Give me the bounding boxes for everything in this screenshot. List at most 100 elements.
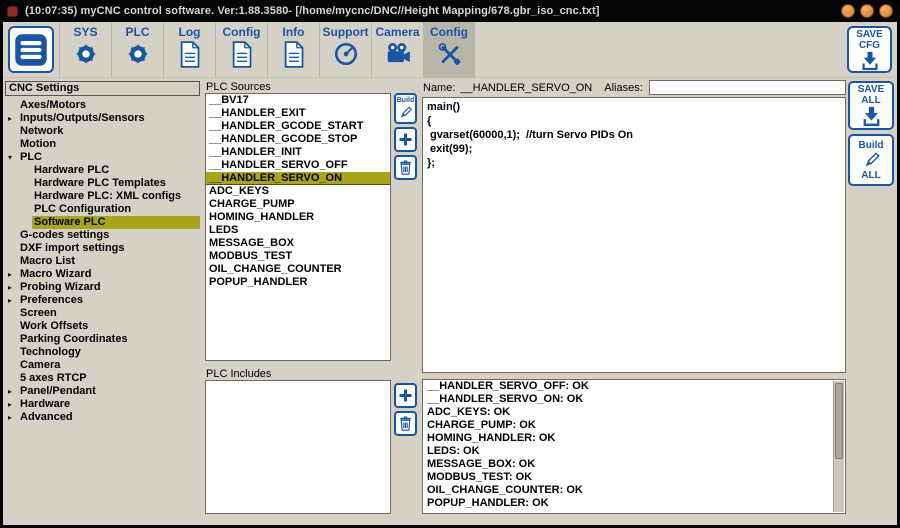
add-include-button[interactable] bbox=[394, 383, 417, 408]
build-button[interactable]: Build bbox=[394, 93, 417, 124]
chevron-right-icon[interactable]: ▸ bbox=[5, 398, 18, 411]
tree-item-network[interactable]: Network bbox=[5, 125, 200, 138]
tab-support[interactable]: Support bbox=[319, 22, 371, 78]
chevron-right-icon[interactable]: ▸ bbox=[5, 411, 18, 424]
source-item[interactable]: __HANDLER_SERVO_ON bbox=[206, 172, 390, 185]
plc-sources-list[interactable]: __BV17__HANDLER_EXIT__HANDLER_GCODE_STAR… bbox=[205, 93, 391, 361]
scrollbar-thumb[interactable] bbox=[835, 383, 843, 459]
source-item[interactable]: ADC_KEYS bbox=[206, 185, 390, 198]
tree-item-hardware-plc-xml-configs[interactable]: Hardware PLC: XML configs bbox=[5, 190, 200, 203]
settings-header: CNC Settings bbox=[5, 81, 200, 96]
source-item[interactable]: OIL_CHANGE_COUNTER bbox=[206, 263, 390, 276]
tree-item-plc-configuration[interactable]: PLC Configuration bbox=[5, 203, 200, 216]
source-item[interactable]: HOMING_HANDLER bbox=[206, 211, 390, 224]
tree-item-label: Screen bbox=[18, 307, 59, 320]
window-controls bbox=[841, 4, 893, 18]
source-item[interactable]: __HANDLER_INIT bbox=[206, 146, 390, 159]
plc-includes-list[interactable] bbox=[205, 380, 391, 514]
close-button[interactable] bbox=[879, 4, 893, 18]
maximize-button[interactable] bbox=[860, 4, 874, 18]
tree-item-parking-coordinates[interactable]: Parking Coordinates bbox=[5, 333, 200, 346]
chevron-right-icon[interactable]: ▸ bbox=[5, 281, 18, 294]
tree-item-plc[interactable]: ▾PLC bbox=[5, 151, 200, 164]
tree-item-camera[interactable]: Camera bbox=[5, 359, 200, 372]
app-icon bbox=[7, 6, 18, 17]
tree-item-panel-pendant[interactable]: ▸Panel/Pendant bbox=[5, 385, 200, 398]
output-scrollbar[interactable] bbox=[833, 381, 844, 512]
toolbar: SYS PLC bbox=[3, 22, 897, 78]
tree-item-hardware[interactable]: ▸Hardware bbox=[5, 398, 200, 411]
tree-item-label: Advanced bbox=[18, 411, 75, 424]
tree-item-label: Macro Wizard bbox=[18, 268, 93, 281]
tree-item-macro-list[interactable]: Macro List bbox=[5, 255, 200, 268]
chevron-right-icon[interactable]: ▸ bbox=[5, 112, 18, 125]
save-all-button[interactable]: SAVE ALL bbox=[848, 81, 894, 130]
tab-config-file[interactable]: Config bbox=[215, 22, 267, 78]
build-output-lines: __HANDLER_SERVO_OFF: OK__HANDLER_SERVO_O… bbox=[423, 380, 845, 510]
tab-log[interactable]: Log bbox=[163, 22, 215, 78]
save-download-icon bbox=[859, 51, 881, 71]
source-item[interactable]: CHARGE_PUMP bbox=[206, 198, 390, 211]
chevron-right-icon[interactable]: ▸ bbox=[5, 385, 18, 398]
tab-label: Camera bbox=[375, 26, 419, 39]
tab-sys[interactable]: SYS bbox=[59, 22, 111, 78]
tab-info[interactable]: Info bbox=[267, 22, 319, 78]
tree-item-preferences[interactable]: ▸Preferences bbox=[5, 294, 200, 307]
add-source-button[interactable] bbox=[394, 127, 417, 152]
source-item[interactable]: MESSAGE_BOX bbox=[206, 237, 390, 250]
tree-item-axes-motors[interactable]: Axes/Motors bbox=[5, 99, 200, 112]
tree-item-macro-wizard[interactable]: ▸Macro Wizard bbox=[5, 268, 200, 281]
tree-item-probing-wizard[interactable]: ▸Probing Wizard bbox=[5, 281, 200, 294]
aliases-input[interactable] bbox=[649, 80, 846, 95]
tree-item-motion[interactable]: Motion bbox=[5, 138, 200, 151]
save-cfg-label: SAVE bbox=[856, 29, 883, 40]
tab-plc[interactable]: PLC bbox=[111, 22, 163, 78]
tree-item-label: Camera bbox=[18, 359, 62, 372]
save-cfg-button[interactable]: SAVE CFG bbox=[847, 26, 892, 73]
minimize-button[interactable] bbox=[841, 4, 855, 18]
tree-item-5-axes-rtcp[interactable]: 5 axes RTCP bbox=[5, 372, 200, 385]
delete-source-button[interactable] bbox=[394, 155, 417, 180]
source-item[interactable]: MODBUS_TEST bbox=[206, 250, 390, 263]
plus-icon bbox=[397, 387, 414, 404]
source-item[interactable]: __HANDLER_SERVO_OFF bbox=[206, 159, 390, 172]
menu-button[interactable] bbox=[8, 26, 54, 73]
tree-item-technology[interactable]: Technology bbox=[5, 346, 200, 359]
output-line: __HANDLER_SERVO_ON: OK bbox=[423, 393, 845, 406]
document-icon bbox=[282, 41, 305, 68]
source-item[interactable]: __BV17 bbox=[206, 94, 390, 107]
source-item[interactable]: LEDS bbox=[206, 224, 390, 237]
tree-item-g-codes-settings[interactable]: G-codes settings bbox=[5, 229, 200, 242]
tab-config-active[interactable]: Config bbox=[423, 22, 475, 78]
camera-icon bbox=[384, 41, 412, 67]
build-all-button[interactable]: Build ALL bbox=[848, 134, 894, 186]
code-editor[interactable]: main() { gvarset(60000,1); //turn Servo … bbox=[422, 97, 846, 373]
delete-include-button[interactable] bbox=[394, 411, 417, 436]
source-item[interactable]: __HANDLER_GCODE_STOP bbox=[206, 133, 390, 146]
save-all-label: ALL bbox=[861, 95, 880, 106]
tree-item-screen[interactable]: Screen bbox=[5, 307, 200, 320]
tree-item-label: Hardware PLC: XML configs bbox=[32, 190, 183, 203]
tab-camera[interactable]: Camera bbox=[371, 22, 423, 78]
chevron-down-icon[interactable]: ▾ bbox=[5, 151, 18, 164]
source-item[interactable]: POPUP_HANDLER bbox=[206, 276, 390, 289]
tab-label: Config bbox=[430, 26, 468, 39]
tree-item-dxf-import-settings[interactable]: DXF import settings bbox=[5, 242, 200, 255]
tree-item-label: Preferences bbox=[18, 294, 85, 307]
source-item[interactable]: __HANDLER_GCODE_START bbox=[206, 120, 390, 133]
tree-item-software-plc[interactable]: Software PLC bbox=[5, 216, 200, 229]
chevron-right-icon[interactable]: ▸ bbox=[5, 294, 18, 307]
tree-item-work-offsets[interactable]: Work Offsets bbox=[5, 320, 200, 333]
tools-icon bbox=[436, 41, 463, 67]
document-icon bbox=[230, 41, 253, 68]
output-line: HOMING_HANDLER: OK bbox=[423, 432, 845, 445]
source-item[interactable]: __HANDLER_EXIT bbox=[206, 107, 390, 120]
tree-item-inputs-outputs-sensors[interactable]: ▸Inputs/Outputs/Sensors bbox=[5, 112, 200, 125]
tree-item-hardware-plc[interactable]: Hardware PLC bbox=[5, 164, 200, 177]
tree-item-hardware-plc-templates[interactable]: Hardware PLC Templates bbox=[5, 177, 200, 190]
name-row: Name: __HANDLER_SERVO_ON Aliases: bbox=[423, 79, 846, 96]
app-window: (10:07:35) myCNC control software. Ver:1… bbox=[0, 0, 900, 528]
tree-item-advanced[interactable]: ▸Advanced bbox=[5, 411, 200, 424]
chevron-right-icon[interactable]: ▸ bbox=[5, 268, 18, 281]
tree-item-label: Network bbox=[18, 125, 65, 138]
